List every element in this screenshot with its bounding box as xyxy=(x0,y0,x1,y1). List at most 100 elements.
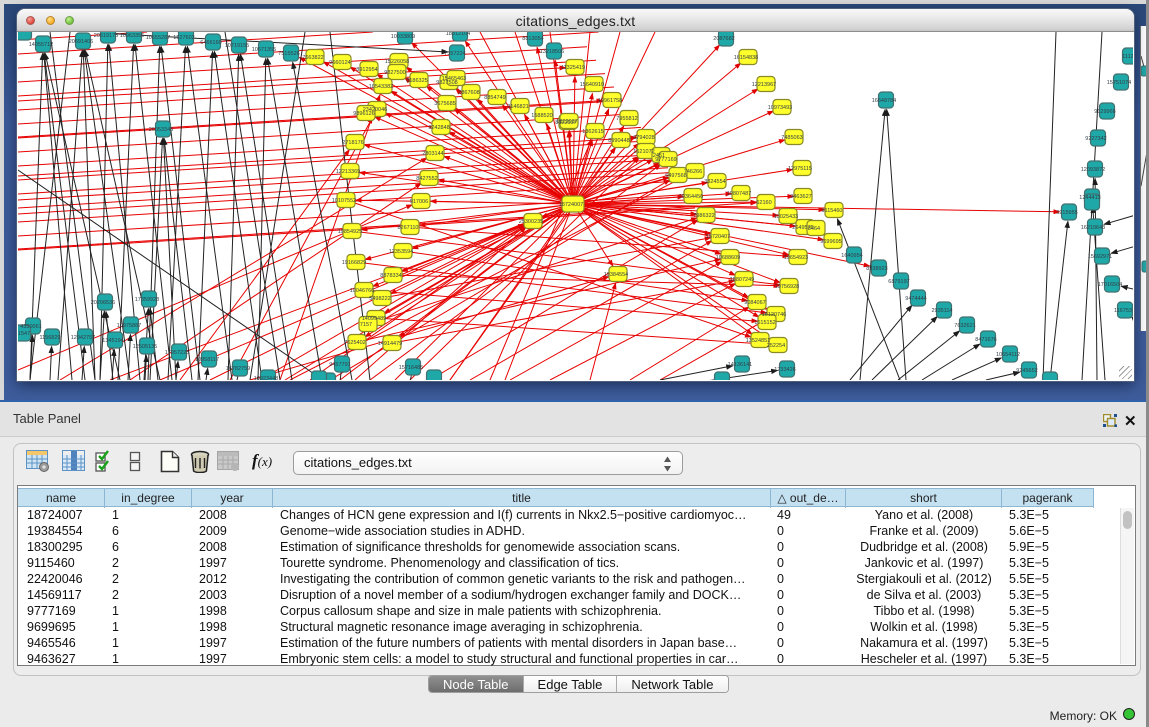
svg-text:19166829: 19166829 xyxy=(342,260,366,266)
svg-text:12505135: 12505135 xyxy=(133,344,157,350)
svg-text:16154838: 16154838 xyxy=(734,55,758,61)
svg-text:19854925: 19854925 xyxy=(338,229,362,235)
svg-text:13218506: 13218506 xyxy=(540,49,564,55)
svg-text:6794028: 6794028 xyxy=(633,135,654,141)
svg-text:1621072: 1621072 xyxy=(633,149,654,155)
svg-text:2867608: 2867608 xyxy=(458,90,479,96)
svg-text:15716485: 15716485 xyxy=(399,365,423,371)
svg-text:10046766: 10046766 xyxy=(350,288,374,294)
svg-text:10807487: 10807487 xyxy=(727,191,751,197)
svg-text:10543382: 10543382 xyxy=(369,84,393,90)
svg-text:1733426: 1733426 xyxy=(774,367,795,373)
svg-text:3675685: 3675685 xyxy=(434,101,455,107)
svg-text:15751074: 15751074 xyxy=(1107,80,1131,86)
svg-text:6466160: 6466160 xyxy=(200,40,221,46)
svg-text:1527602: 1527602 xyxy=(173,35,194,41)
svg-text:9227342: 9227342 xyxy=(1085,136,1106,142)
svg-text:15465463: 15465463 xyxy=(442,76,466,82)
svg-text:6879197: 6879197 xyxy=(888,279,909,285)
svg-text:8813054: 8813054 xyxy=(522,36,543,42)
svg-text:20691406: 20691406 xyxy=(69,39,93,45)
svg-text:2803144: 2803144 xyxy=(422,151,443,157)
svg-text:9457791: 9457791 xyxy=(329,362,350,368)
svg-text:1640954: 1640954 xyxy=(841,253,862,259)
svg-text:19384554: 19384554 xyxy=(604,272,628,278)
svg-text:9699695: 9699695 xyxy=(820,239,841,245)
svg-text:10973493: 10973493 xyxy=(768,105,792,111)
svg-text:9896126: 9896126 xyxy=(353,111,374,117)
svg-text:3215955: 3215955 xyxy=(1056,210,1077,216)
svg-text:19756928: 19756928 xyxy=(775,284,799,290)
svg-text:10719155: 10719155 xyxy=(225,43,249,49)
svg-text:15226058: 15226058 xyxy=(385,59,409,65)
svg-text:15692971: 15692971 xyxy=(1088,254,1112,260)
svg-text:8471676: 8471676 xyxy=(975,337,996,343)
svg-text:5498222: 5498222 xyxy=(369,296,390,302)
svg-text:10671355: 10671355 xyxy=(252,47,276,53)
svg-text:8427552: 8427552 xyxy=(416,176,437,182)
svg-text:8912954: 8912954 xyxy=(356,67,377,73)
svg-text:10688609: 10688609 xyxy=(716,255,740,261)
svg-text:17016504: 17016504 xyxy=(1098,282,1122,288)
svg-text:10033809: 10033809 xyxy=(391,34,415,40)
svg-text:7663822: 7663822 xyxy=(302,55,323,61)
svg-text:9827500: 9827500 xyxy=(384,70,405,76)
svg-text:917006: 917006 xyxy=(410,199,428,205)
svg-text:16648784: 16648784 xyxy=(872,98,896,104)
svg-text:10923448: 10923448 xyxy=(254,376,278,380)
svg-text:7157: 7157 xyxy=(360,322,372,328)
svg-text:14055712: 14055712 xyxy=(29,42,53,48)
svg-text:7357224: 7357224 xyxy=(444,51,465,57)
svg-text:20619175: 20619175 xyxy=(94,33,118,39)
svg-text:18312104: 18312104 xyxy=(446,32,470,37)
svg-text:7955812: 7955812 xyxy=(616,116,637,122)
svg-text:10963356: 10963356 xyxy=(120,33,144,39)
svg-text:9474444: 9474444 xyxy=(905,296,926,302)
svg-text:10107552: 10107552 xyxy=(332,198,356,204)
svg-text:8186325: 8186325 xyxy=(406,78,427,84)
svg-text:8464: 8464 xyxy=(808,226,820,232)
svg-text:1822037: 1822037 xyxy=(556,119,577,125)
svg-text:1588520: 1588520 xyxy=(531,113,552,119)
svg-text:116753: 116753 xyxy=(1114,308,1132,314)
svg-text:12942757: 12942757 xyxy=(71,335,95,341)
svg-text:1156829: 1156829 xyxy=(39,335,60,341)
svg-text:1244413: 1244413 xyxy=(1079,195,1100,201)
svg-text:12213369: 12213369 xyxy=(336,169,360,175)
svg-text:7625402: 7625402 xyxy=(344,340,365,346)
svg-text:16120746: 16120746 xyxy=(762,312,786,318)
svg-text:20364456: 20364456 xyxy=(679,194,703,200)
svg-text:9660124: 9660124 xyxy=(329,60,350,66)
svg-text:9242848: 9242848 xyxy=(428,125,449,131)
svg-text:7632621: 7632621 xyxy=(954,323,975,329)
svg-text:9084067: 9084067 xyxy=(744,300,765,306)
svg-text:391547: 391547 xyxy=(18,331,30,337)
svg-text:8854749: 8854749 xyxy=(484,95,505,101)
svg-text:8267110: 8267110 xyxy=(397,225,418,231)
svg-text:2935114: 2935114 xyxy=(931,308,952,314)
svg-text:11325419: 11325419 xyxy=(561,65,585,71)
svg-text:26053346: 26053346 xyxy=(149,127,173,133)
svg-text:18724007: 18724007 xyxy=(559,202,583,208)
svg-text:1112: 1112 xyxy=(1122,54,1133,60)
svg-text:2087682: 2087682 xyxy=(713,36,734,42)
svg-text:62160: 62160 xyxy=(756,200,771,206)
svg-text:8878334: 8878334 xyxy=(380,273,401,279)
svg-text:25300235: 25300235 xyxy=(519,219,543,225)
svg-text:12353594: 12353594 xyxy=(389,249,413,255)
svg-text:10655287: 10655287 xyxy=(146,35,170,41)
svg-text:16782759: 16782759 xyxy=(226,366,250,372)
svg-text:9245652: 9245652 xyxy=(1016,368,1037,374)
svg-text:7515526: 7515526 xyxy=(278,51,299,57)
svg-text:10025433: 10025433 xyxy=(774,214,798,220)
svg-text:10975887: 10975887 xyxy=(117,323,141,329)
svg-text:17957225: 17957225 xyxy=(165,350,189,356)
svg-text:20206536: 20206536 xyxy=(91,300,115,306)
svg-text:16210643: 16210643 xyxy=(1081,225,1105,231)
svg-text:3824554: 3824554 xyxy=(704,179,725,185)
svg-text:6497568: 6497568 xyxy=(665,173,686,179)
svg-text:12213967: 12213967 xyxy=(752,82,776,88)
svg-text:9463627: 9463627 xyxy=(790,194,811,200)
svg-text:1362615: 1362615 xyxy=(582,129,603,135)
svg-text:4350061: 4350061 xyxy=(20,324,41,330)
